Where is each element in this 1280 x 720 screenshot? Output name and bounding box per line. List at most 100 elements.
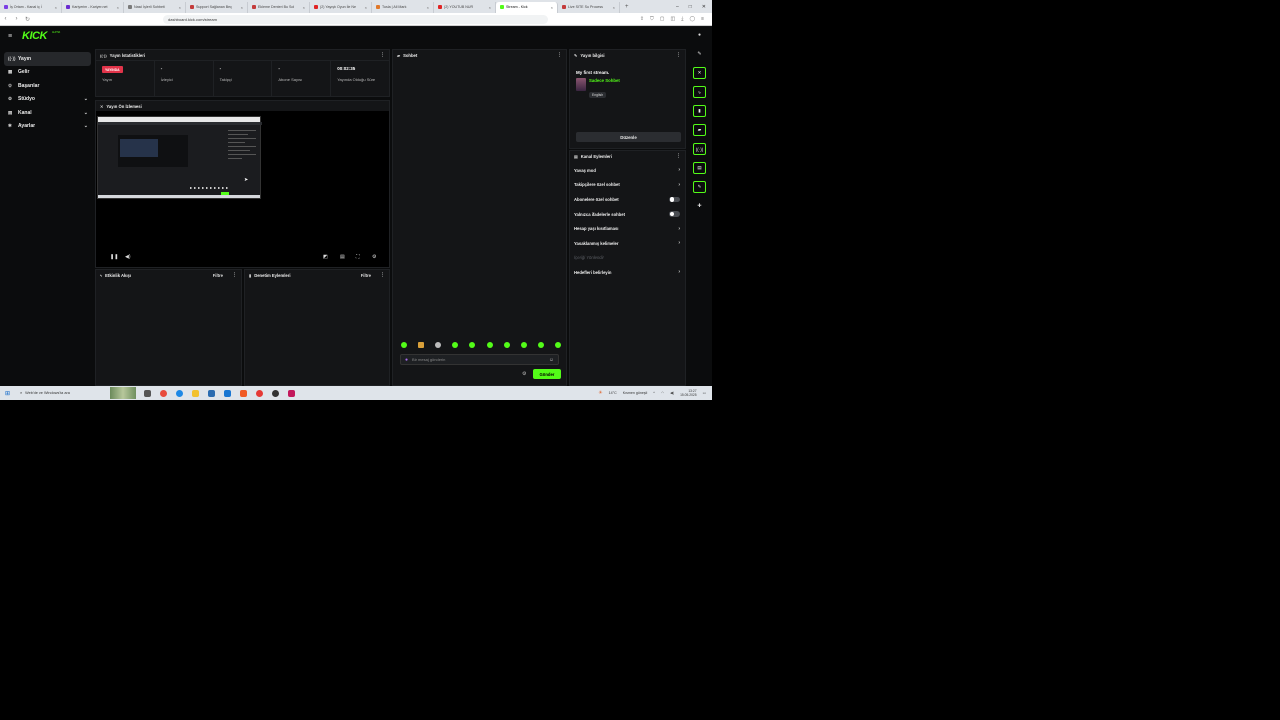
tools-icon[interactable]: ✎ xyxy=(693,181,706,193)
sidebar-item[interactable]: ▤ Kanal ⌄ xyxy=(4,106,91,120)
close-tab-icon[interactable]: × xyxy=(551,5,553,10)
reload-icon[interactable]: ↻ xyxy=(22,16,33,23)
moderation-filter-button[interactable]: Filtre xyxy=(361,273,371,278)
channel-action-item[interactable]: Yasaklanmış kelimeler › xyxy=(570,236,685,251)
sidebar-item[interactable]: ▦ Gelir xyxy=(4,66,91,80)
chat-more-icon[interactable]: ⋮ xyxy=(557,52,562,58)
browser-tab[interactable]: Stream - Kick × xyxy=(496,1,558,13)
emote-icon[interactable] xyxy=(503,342,510,348)
obs-icon[interactable] xyxy=(272,389,280,397)
close-tab-icon[interactable]: × xyxy=(241,5,243,10)
close-tab-icon[interactable]: × xyxy=(179,5,181,10)
sidebar-item[interactable]: ((·)) Yayın xyxy=(4,52,91,66)
browser-tab[interactable]: Nasıl İşlerli Sohbeti × xyxy=(124,1,186,13)
edit-icon[interactable]: ✎ xyxy=(693,48,706,60)
close-window-icon[interactable]: ✕ xyxy=(702,4,706,10)
chat-rail-icon[interactable]: ▰ xyxy=(693,124,706,136)
emote-icon[interactable] xyxy=(418,342,425,348)
back-icon[interactable]: ‹ xyxy=(0,16,11,22)
channel-action-item[interactable]: Takipçilere özel sohbet › xyxy=(570,178,685,193)
speaker-icon[interactable]: ◀) xyxy=(670,391,674,395)
emote-icon[interactable] xyxy=(469,342,476,348)
network-icon[interactable]: ◠ xyxy=(661,391,664,395)
browser-tab[interactable]: Tusla | All Mark × xyxy=(372,1,434,13)
browser-tab[interactable]: (2) YOUTUB NUR × xyxy=(434,1,496,13)
edge-icon[interactable] xyxy=(176,389,184,397)
channel-action-item[interactable]: Hesap yaşı kısıtlaması › xyxy=(570,221,685,236)
chat-settings-icon[interactable]: ⚙ xyxy=(522,371,526,377)
emoji-icon[interactable]: ☺ xyxy=(549,357,554,363)
chat-message-input[interactable] xyxy=(412,357,533,362)
mic-icon[interactable]: ● xyxy=(405,357,408,363)
download-icon[interactable]: ⤓ xyxy=(681,16,683,22)
chevron-down-icon[interactable]: ⌄ xyxy=(84,110,88,116)
add-widget-icon[interactable]: ✚ xyxy=(693,200,706,212)
emote-icon[interactable] xyxy=(452,342,459,348)
close-tab-icon[interactable]: × xyxy=(427,5,429,10)
app-icon[interactable] xyxy=(288,389,296,397)
chevron-down-icon[interactable]: ⌄ xyxy=(84,96,88,102)
extensions-icon[interactable]: ▢ xyxy=(660,16,665,22)
share-icon[interactable]: ⇪ xyxy=(640,16,644,22)
emote-icon[interactable] xyxy=(537,342,544,348)
taskbar-search[interactable]: ⌕ Web'de ve Windows'ta ara xyxy=(20,391,110,395)
emote-icon[interactable] xyxy=(401,342,407,348)
pip-icon[interactable]: ◩ xyxy=(323,254,328,260)
app-icon[interactable] xyxy=(256,389,264,397)
theater-icon[interactable]: ▤ xyxy=(340,254,345,260)
settings-gear-icon[interactable]: ⚙ xyxy=(372,254,376,260)
actions-more-icon[interactable]: ⋮ xyxy=(676,153,681,159)
activity-filter-button[interactable]: Filtre xyxy=(213,273,223,278)
close-tab-icon[interactable]: × xyxy=(365,5,367,10)
minimize-icon[interactable]: – xyxy=(676,4,679,10)
forward-icon[interactable]: › xyxy=(11,16,22,22)
windows-start-icon[interactable]: ⊞ xyxy=(5,390,10,397)
emote-icon[interactable] xyxy=(520,342,527,348)
edit-button[interactable]: Düzenle xyxy=(576,132,681,142)
volume-icon[interactable]: ◀) xyxy=(125,254,131,260)
emote-icon[interactable] xyxy=(554,342,561,348)
moderation-more-icon[interactable]: ⋮ xyxy=(380,272,385,278)
brave-icon[interactable] xyxy=(240,389,248,397)
toggle-switch[interactable] xyxy=(669,196,680,203)
explorer-icon[interactable] xyxy=(192,389,200,397)
channel-action-item[interactable]: Abonelere özel sohbet xyxy=(570,192,685,207)
chevron-down-icon[interactable]: ⌄ xyxy=(84,123,88,129)
channel-rail-icon[interactable]: ▤ xyxy=(693,162,706,174)
close-tab-icon[interactable]: × xyxy=(489,5,491,10)
notification-icon[interactable]: ▭ xyxy=(703,391,706,395)
emote-icon[interactable] xyxy=(486,342,493,348)
kick-logo[interactable]: KICK xyxy=(22,30,47,42)
profile-icon[interactable]: ◯ xyxy=(689,16,695,22)
stats-more-icon[interactable]: ⋮ xyxy=(380,52,385,58)
channel-action-item[interactable]: Yalnızca ifadelerle sohbet xyxy=(570,207,685,222)
preview-video[interactable]: ➤ xyxy=(97,116,262,199)
store-icon[interactable] xyxy=(208,389,216,397)
new-tab-button[interactable]: + xyxy=(620,4,634,10)
category-name[interactable]: Sadece Sohbet xyxy=(589,78,620,83)
send-button[interactable]: Gönder xyxy=(533,369,561,379)
activity-more-icon[interactable]: ⋮ xyxy=(232,272,237,278)
info-icon[interactable]: ● xyxy=(693,29,706,41)
sidebar-item[interactable]: ♔ Başarılar xyxy=(4,79,91,93)
browser-tab[interactable]: Ekleme Denteri Bu Sol × xyxy=(248,1,310,13)
search-highlight-image[interactable] xyxy=(110,387,137,399)
channel-action-item[interactable]: Hedefleri belirleyin › xyxy=(570,265,685,280)
close-tab-icon[interactable]: × xyxy=(613,5,615,10)
clock[interactable]: 13:27 15.05.2025 xyxy=(680,389,697,397)
sidebar-icon[interactable]: ◫ xyxy=(671,16,676,22)
toggle-switch[interactable] xyxy=(669,211,680,217)
channel-action-item[interactable]: Yavaş mod › xyxy=(570,163,685,178)
task-view-icon[interactable] xyxy=(144,389,152,397)
moderation-rail-icon[interactable]: ▮ xyxy=(693,105,706,117)
broadcast-rail-icon[interactable]: ((·)) xyxy=(693,143,706,155)
hamburger-menu-icon[interactable]: ≡ xyxy=(8,33,12,40)
chrome-icon[interactable] xyxy=(160,389,168,397)
browser-tab[interactable]: (2) Yayıştı Oyun İle Ne × xyxy=(310,1,372,13)
browser-tab[interactable]: Support Sağlanan Beç × xyxy=(186,1,248,13)
close-tab-icon[interactable]: × xyxy=(117,5,119,10)
mail-icon[interactable] xyxy=(224,389,232,397)
close-tab-icon[interactable]: × xyxy=(55,5,57,10)
sidebar-item[interactable]: ⚙ Stüdyo ⌄ xyxy=(4,93,91,107)
browser-tab[interactable]: Kariyerim - Kariyer.net × xyxy=(62,1,124,13)
